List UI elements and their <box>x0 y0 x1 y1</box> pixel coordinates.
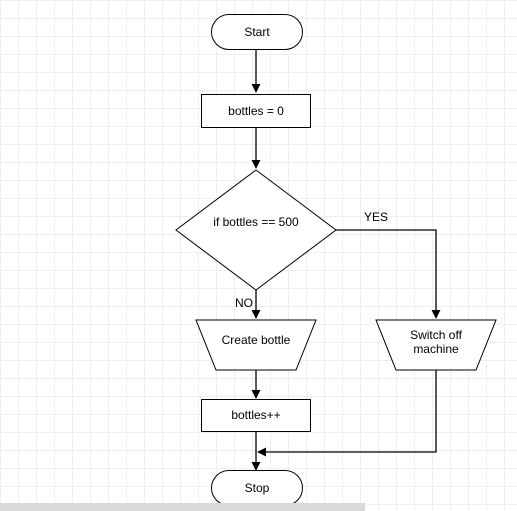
decision-condition: if bottles == 500 <box>176 215 336 229</box>
process-switchoff-label-1: Switch off <box>410 328 462 342</box>
process-switchoff: Switch off machine <box>376 328 496 356</box>
connectors <box>0 0 517 511</box>
process-create: Create bottle <box>196 333 316 347</box>
process-increment: bottles++ <box>201 399 311 432</box>
process-init: bottles = 0 <box>201 94 311 128</box>
decision-diamond-shape <box>176 170 336 290</box>
terminator-stop-label: Stop <box>245 481 270 495</box>
process-switchoff-label-2: machine <box>413 342 458 356</box>
scrollbar-bottom[interactable] <box>0 503 365 511</box>
decision-condition-label: if bottles == 500 <box>213 215 298 229</box>
edge-label-no: NO <box>235 296 253 310</box>
process-create-label: Create bottle <box>222 333 291 347</box>
terminator-stop: Stop <box>211 470 303 506</box>
terminator-start-label: Start <box>244 25 269 39</box>
process-increment-label: bottles++ <box>231 408 280 422</box>
flowchart-canvas: Start bottles = 0 if bottles == 500 YES … <box>0 0 517 511</box>
edge-label-yes: YES <box>364 210 388 224</box>
process-init-label: bottles = 0 <box>228 104 284 118</box>
terminator-start: Start <box>211 14 303 50</box>
